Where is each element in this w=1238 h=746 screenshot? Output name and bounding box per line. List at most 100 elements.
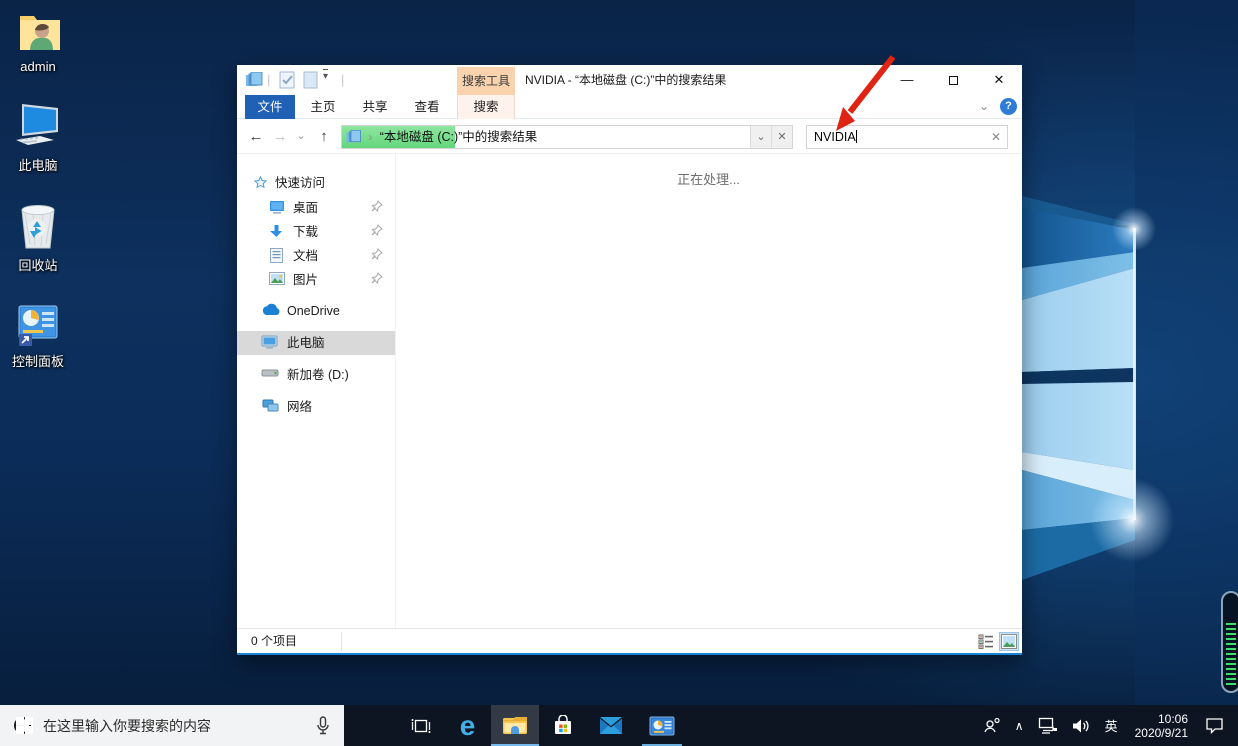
- start-button[interactable]: [0, 705, 48, 746]
- up-button[interactable]: ↑: [313, 119, 335, 154]
- taskbar: 在这里输入你要搜索的内容 e: [0, 705, 1238, 746]
- taskbar-edge-button[interactable]: e: [444, 705, 491, 746]
- stop-button[interactable]: ✕: [771, 126, 792, 148]
- onedrive-cloud-icon: [261, 303, 281, 316]
- taskbar-store-button[interactable]: [539, 705, 587, 746]
- taskbar-control-panel-button[interactable]: [638, 705, 686, 746]
- speaker-icon: [1072, 718, 1091, 734]
- people-icon: [983, 717, 1001, 734]
- address-bar[interactable]: › “本地磁盘 (C:)”中的搜索结果 ⌄ ✕: [341, 125, 793, 149]
- network-ethernet-icon: [1038, 717, 1058, 734]
- clock[interactable]: 10:06 2020/9/21: [1135, 712, 1188, 740]
- recycle-bin-icon: [15, 200, 61, 252]
- taskbar-mail-button[interactable]: [587, 705, 635, 746]
- task-view-icon: [411, 717, 431, 735]
- pin-icon: [371, 200, 383, 212]
- microphone-icon[interactable]: [316, 716, 330, 736]
- taskbar-search-placeholder: 在这里输入你要搜索的内容: [43, 716, 302, 736]
- sidebar-item-this-pc[interactable]: 此电脑: [237, 331, 395, 355]
- volume-gauge: [1221, 591, 1238, 693]
- sidebar-item-documents[interactable]: 文档: [237, 244, 395, 268]
- item-count: 0 个项目: [251, 629, 297, 654]
- downloads-icon: [269, 224, 284, 239]
- tab-search[interactable]: 搜索: [457, 95, 515, 119]
- sidebar-item-desktop[interactable]: 桌面: [237, 196, 395, 220]
- taskbar-search-input[interactable]: 在这里输入你要搜索的内容: [0, 705, 344, 746]
- user-folder-icon: [16, 10, 60, 56]
- pin-icon: [371, 248, 383, 260]
- this-pc-icon: [261, 335, 278, 350]
- control-panel-icon: [15, 300, 61, 348]
- task-view-button[interactable]: [398, 705, 444, 746]
- ribbon-collapse-icon[interactable]: ⌄: [979, 99, 989, 113]
- pin-icon: [371, 272, 383, 284]
- tab-view[interactable]: 查看: [401, 95, 453, 119]
- address-dropdown-icon[interactable]: ⌄: [750, 126, 771, 148]
- action-center-button[interactable]: [1205, 717, 1224, 734]
- minimize-button[interactable]: —: [884, 65, 930, 95]
- status-bar: 0 个项目: [237, 628, 1022, 653]
- details-view-button[interactable]: [977, 633, 995, 650]
- recent-locations-dropdown-icon[interactable]: ⌄: [293, 119, 309, 154]
- navigation-pane: 快速访问 桌面 下载 文档 图片: [237, 154, 395, 630]
- network-icon: [261, 399, 279, 413]
- sidebar-item-downloads[interactable]: 下载: [237, 220, 395, 244]
- maximize-icon: [949, 76, 958, 85]
- clock-time: 10:06: [1135, 712, 1188, 726]
- sidebar-item-quick-access[interactable]: 快速访问: [237, 171, 395, 195]
- pin-icon: [371, 224, 383, 236]
- explorer-logo-icon[interactable]: [245, 72, 263, 88]
- people-button[interactable]: [983, 717, 1001, 734]
- maximize-button[interactable]: [930, 65, 976, 95]
- tab-file[interactable]: 文件: [245, 95, 295, 119]
- network-button[interactable]: [1038, 717, 1058, 734]
- desktop-icon-this-pc[interactable]: 此电脑: [0, 102, 76, 174]
- store-icon: [552, 715, 574, 737]
- location-icon: [346, 130, 361, 144]
- quick-access-star-icon: [253, 175, 268, 190]
- taskbar-file-explorer-button[interactable]: [491, 705, 539, 746]
- ribbon-tab-row: 文件 主页 共享 查看 搜索 ⌄ ?: [237, 95, 1022, 119]
- qat-new-folder-icon[interactable]: [303, 71, 318, 89]
- qat-properties-icon[interactable]: [279, 71, 296, 89]
- search-input[interactable]: NVIDIA ✕: [806, 125, 1008, 149]
- back-button[interactable]: ←: [245, 119, 267, 154]
- forward-button[interactable]: →: [269, 119, 291, 154]
- tab-home[interactable]: 主页: [297, 95, 349, 119]
- sidebar-item-drive-d[interactable]: 新加卷 (D:): [237, 363, 395, 387]
- tab-share[interactable]: 共享: [349, 95, 401, 119]
- sidebar-item-network[interactable]: 网络: [237, 395, 395, 419]
- search-query-text: NVIDIA: [814, 130, 856, 144]
- system-tray: ∧ 英 10:06 2020/9/21: [976, 705, 1238, 746]
- large-icons-view-button[interactable]: [1000, 633, 1018, 650]
- qat-separator: |: [341, 72, 344, 87]
- this-pc-icon: [14, 102, 62, 152]
- clock-date: 2020/9/21: [1135, 726, 1188, 740]
- documents-icon: [270, 248, 283, 263]
- sidebar-item-pictures[interactable]: 图片: [237, 268, 395, 292]
- help-icon[interactable]: ?: [1000, 98, 1017, 115]
- edge-icon: e: [460, 712, 476, 740]
- search-clear-icon[interactable]: ✕: [991, 126, 1001, 148]
- search-status-message: 正在处理...: [395, 169, 1022, 188]
- ime-indicator[interactable]: 英: [1105, 716, 1118, 735]
- desktop-icon-label: 控制面板: [0, 351, 76, 370]
- sidebar-item-onedrive[interactable]: OneDrive: [237, 299, 395, 323]
- pane-divider[interactable]: [395, 154, 396, 630]
- volume-button[interactable]: [1072, 718, 1091, 734]
- desktop-icon: [269, 200, 285, 215]
- hard-drive-icon: [261, 367, 279, 379]
- desktop-icon-recycle-bin[interactable]: 回收站: [0, 200, 76, 274]
- close-button[interactable]: ✕: [976, 65, 1022, 95]
- show-hidden-icons-chevron[interactable]: ∧: [1015, 719, 1024, 733]
- desktop-icon-control-panel[interactable]: 控制面板: [0, 300, 76, 370]
- navigation-bar: ← → ⌄ ↑ › “本地磁盘 (C:)”中的搜索结果 ⌄ ✕ NVIDIA ✕: [237, 119, 1022, 154]
- search-tools-contextual-tab[interactable]: 搜索工具: [457, 67, 515, 95]
- breadcrumb-path[interactable]: “本地磁盘 (C:)”中的搜索结果: [380, 130, 538, 144]
- text-caret: [856, 130, 857, 143]
- qat-customize-dropdown-icon[interactable]: ▾: [323, 69, 328, 84]
- desktop-icon-label: 此电脑: [0, 155, 76, 174]
- desktop-icon-admin[interactable]: admin: [0, 10, 76, 74]
- windows-logo-icon: [16, 717, 33, 734]
- volume-gauge-fill: [1226, 623, 1236, 687]
